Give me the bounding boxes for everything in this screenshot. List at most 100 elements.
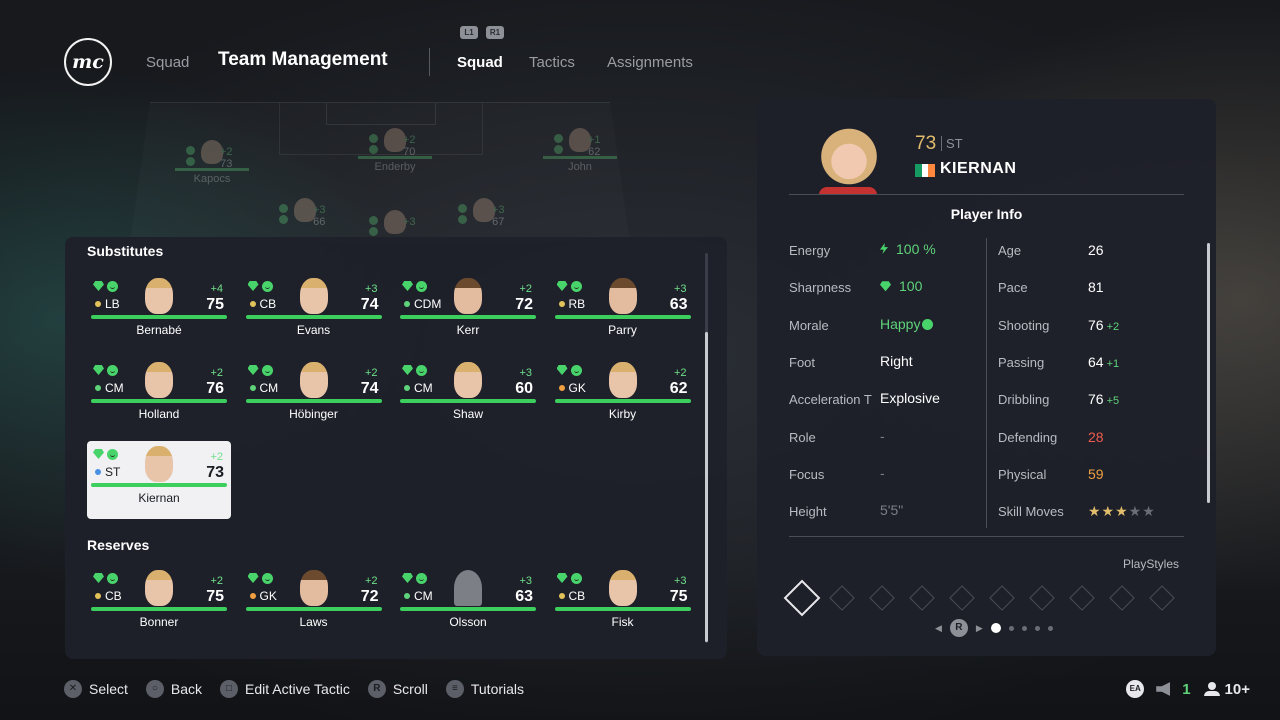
pager-left-icon[interactable]: ◀ bbox=[935, 623, 942, 634]
page-title: Team Management bbox=[218, 49, 388, 70]
position-label: CM bbox=[404, 381, 433, 395]
info-label: Role bbox=[789, 429, 816, 445]
hint-select[interactable]: ✕ Select bbox=[64, 680, 128, 698]
pitch-player[interactable]: +2 70 Enderby bbox=[355, 128, 435, 173]
pager-right-icon[interactable]: ▶ bbox=[976, 623, 983, 634]
playstyle-slot[interactable] bbox=[829, 585, 855, 611]
playstyle-slot[interactable] bbox=[909, 585, 935, 611]
divider bbox=[941, 136, 942, 151]
info-value: Explosive bbox=[880, 390, 940, 407]
player-card[interactable]: ST +2 73 Kiernan bbox=[87, 441, 231, 519]
info-value: 100 bbox=[880, 278, 922, 294]
player-rating: 62 bbox=[669, 380, 688, 397]
tab-assignments[interactable]: Assignments bbox=[607, 54, 693, 71]
playstyles-pager[interactable]: ◀ R ▶ bbox=[935, 619, 1053, 637]
player-name: Parry bbox=[608, 323, 637, 337]
player-card[interactable]: CB +3 74 Evans bbox=[242, 273, 386, 351]
playstyle-slot[interactable] bbox=[1109, 585, 1135, 611]
morale-smile-icon bbox=[570, 365, 582, 376]
pitch-player[interactable]: +2 73 Kapocs bbox=[172, 140, 252, 185]
info-value: Right bbox=[880, 352, 913, 369]
player-face bbox=[454, 278, 482, 314]
divider bbox=[789, 194, 1184, 195]
player-card[interactable]: GK +2 72 Laws bbox=[242, 565, 386, 643]
playstyle-slot[interactable] bbox=[1069, 585, 1095, 611]
player-card[interactable]: CM +3 60 Shaw bbox=[396, 357, 540, 435]
squad-list-panel[interactable]: Substitutes LB +4 75 Bernabé CB +3 74 Evans CDM +… bbox=[65, 237, 727, 659]
scrollbar-thumb[interactable] bbox=[705, 332, 708, 642]
hint-edit-active-tactic[interactable]: □ Edit Active Tactic bbox=[220, 680, 350, 698]
position-label: CM bbox=[404, 589, 433, 603]
player-card[interactable]: GK +2 62 Kirby bbox=[551, 357, 695, 435]
player-card[interactable]: LB +4 75 Bernabé bbox=[87, 273, 231, 351]
pitch-player[interactable]: +3 67 bbox=[444, 198, 524, 228]
pager-dot[interactable] bbox=[1021, 625, 1027, 631]
reserves-heading: Reserves bbox=[87, 537, 150, 553]
player-name: Kiernan bbox=[138, 491, 180, 505]
info-scrollbar[interactable] bbox=[1207, 243, 1210, 503]
tab-squad[interactable]: Squad bbox=[457, 54, 503, 71]
position-dot bbox=[404, 301, 410, 307]
happy-face-icon bbox=[922, 318, 934, 330]
cross-button-icon: ✕ bbox=[64, 680, 82, 698]
hint-tutorials[interactable]: ≡ Tutorials bbox=[445, 680, 524, 698]
playstyle-slot[interactable] bbox=[949, 585, 975, 611]
player-rating: 76 bbox=[206, 380, 224, 397]
player-card[interactable]: CB +2 75 Bonner bbox=[87, 565, 231, 643]
player-name: Laws bbox=[299, 615, 328, 629]
player-card[interactable]: CDM +2 72 Kerr bbox=[396, 273, 540, 351]
pitch-player[interactable]: +1 62 John bbox=[540, 128, 620, 173]
player-card[interactable]: CB +3 75 Fisk bbox=[551, 565, 695, 643]
playstyle-slot[interactable] bbox=[1149, 585, 1175, 611]
player-face bbox=[454, 362, 482, 398]
morale-smile-icon bbox=[570, 281, 582, 292]
online-count: 1 bbox=[1182, 680, 1191, 698]
fitness-bar bbox=[91, 315, 227, 319]
position-dot bbox=[558, 593, 565, 599]
morale-smile-icon bbox=[261, 281, 273, 292]
playstyle-slot[interactable] bbox=[989, 585, 1015, 611]
sharpness-gem-icon bbox=[556, 365, 568, 375]
pager-dot[interactable] bbox=[1047, 625, 1053, 631]
player-info-panel: 73 ST KIERNAN Player Info Energy 100 % Sha… bbox=[757, 99, 1216, 656]
nav-squad-breadcrumb[interactable]: Squad bbox=[146, 54, 189, 71]
player-rating: 60 bbox=[515, 380, 533, 397]
player-portrait bbox=[817, 125, 881, 195]
position-label: CM bbox=[249, 381, 278, 395]
sharpness-gem-icon bbox=[247, 281, 259, 291]
fitness-bar bbox=[554, 607, 691, 611]
info-value: - bbox=[880, 464, 885, 481]
player-card[interactable]: CM +3 63 Olsson bbox=[396, 565, 540, 643]
pager-dot[interactable] bbox=[1008, 625, 1014, 631]
status-icons bbox=[247, 573, 273, 584]
attribute-value: 59 bbox=[1088, 465, 1104, 482]
playstyle-icon[interactable] bbox=[783, 579, 821, 617]
playstyle-slot[interactable] bbox=[869, 585, 895, 611]
status-icons bbox=[402, 365, 427, 376]
fitness-bar bbox=[245, 399, 382, 403]
energy-bolt-icon bbox=[880, 243, 888, 254]
playstyle-slot[interactable] bbox=[1029, 585, 1055, 611]
player-rating: 75 bbox=[669, 588, 688, 605]
position-label: GK bbox=[558, 381, 586, 395]
player-card[interactable]: RB +3 63 Parry bbox=[551, 273, 695, 351]
sharpness-gem-icon bbox=[556, 573, 568, 583]
tab-tactics[interactable]: Tactics bbox=[529, 54, 575, 71]
hint-scroll[interactable]: R Scroll bbox=[367, 680, 428, 698]
hint-back[interactable]: ○ Back bbox=[145, 680, 202, 698]
player-card[interactable]: CM +2 76 Holland bbox=[87, 357, 231, 435]
pitch-player[interactable]: +3 bbox=[355, 210, 435, 236]
pager-dot[interactable] bbox=[1034, 625, 1040, 631]
position-label: CDM bbox=[404, 297, 441, 311]
player-face bbox=[299, 362, 328, 398]
player-face bbox=[145, 570, 173, 606]
pager-dot[interactable] bbox=[990, 623, 1001, 633]
divider bbox=[789, 536, 1184, 537]
status-icons bbox=[556, 365, 582, 376]
party-icon bbox=[1203, 682, 1221, 696]
player-card[interactable]: CM +2 74 Höbinger bbox=[242, 357, 386, 435]
fitness-bar bbox=[91, 399, 227, 403]
player-name: Olsson bbox=[449, 615, 487, 629]
pitch-player[interactable]: +3 66 bbox=[265, 198, 345, 228]
info-label: Height bbox=[789, 504, 827, 520]
